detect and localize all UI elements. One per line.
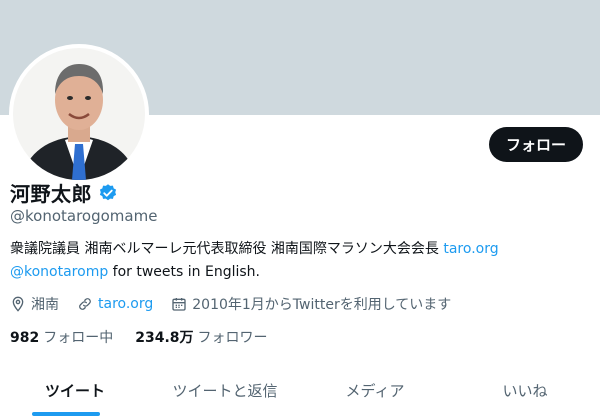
location-item: 湘南 <box>10 294 59 314</box>
followers-count[interactable]: 234.8万 フォロワー <box>135 327 267 347</box>
following-number: 982 <box>10 330 40 346</box>
followers-label: フォロワー <box>197 330 268 346</box>
profile-name-row: 河野太郎 <box>10 178 118 207</box>
tab-label: ツイート <box>44 382 105 400</box>
location-text: 湘南 <box>31 297 59 313</box>
profile-bio: 衆議院議員 湘南ベルマーレ元代表取締役 湘南国際マラソン大会会長 taro.or… <box>10 238 595 284</box>
tab-label: ツイートと返信 <box>172 382 278 400</box>
bio-text: 衆議院議員 湘南ベルマーレ元代表取締役 湘南国際マラソン大会会長 <box>10 241 444 257</box>
profile-meta: 湘南 taro.org 2010年1月からTwitterを利用しています <box>10 294 469 314</box>
avatar-photo <box>13 48 145 180</box>
tab-label: いいね <box>502 382 548 400</box>
profile-counts: 982 フォロー中 234.8万 フォロワー <box>10 327 268 347</box>
active-tab-indicator <box>32 412 100 416</box>
website-link[interactable]: taro.org <box>98 296 153 312</box>
link-icon <box>79 298 91 310</box>
calendar-icon <box>172 298 186 311</box>
bio-website-link[interactable]: taro.org <box>443 241 498 257</box>
profile-avatar[interactable] <box>9 44 149 184</box>
verified-badge-icon <box>99 183 117 200</box>
following-count[interactable]: 982 フォロー中 <box>10 327 113 347</box>
tab-likes[interactable]: いいね <box>450 366 600 416</box>
tab-tweets-and-replies[interactable]: ツイートと返信 <box>150 366 300 416</box>
profile-tabs: ツイート ツイートと返信 メディア いいね <box>0 366 600 416</box>
profile-handle: @konotarogomame <box>10 207 158 225</box>
joined-item: 2010年1月からTwitterを利用しています <box>171 294 451 314</box>
following-label: フォロー中 <box>43 330 114 346</box>
bio-mention-link[interactable]: @konotaromp <box>10 264 108 280</box>
followers-number: 234.8万 <box>135 330 194 346</box>
joined-text: 2010年1月からTwitterを利用しています <box>192 297 452 313</box>
website-item[interactable]: taro.org <box>77 296 153 312</box>
location-icon <box>12 296 24 312</box>
display-name: 河野太郎 <box>10 182 92 206</box>
follow-button[interactable]: フォロー <box>489 127 583 162</box>
tab-media[interactable]: メディア <box>300 366 450 416</box>
tab-tweets[interactable]: ツイート <box>0 366 150 416</box>
tab-label: メディア <box>345 382 405 400</box>
bio-text-english: for tweets in English. <box>108 264 260 280</box>
